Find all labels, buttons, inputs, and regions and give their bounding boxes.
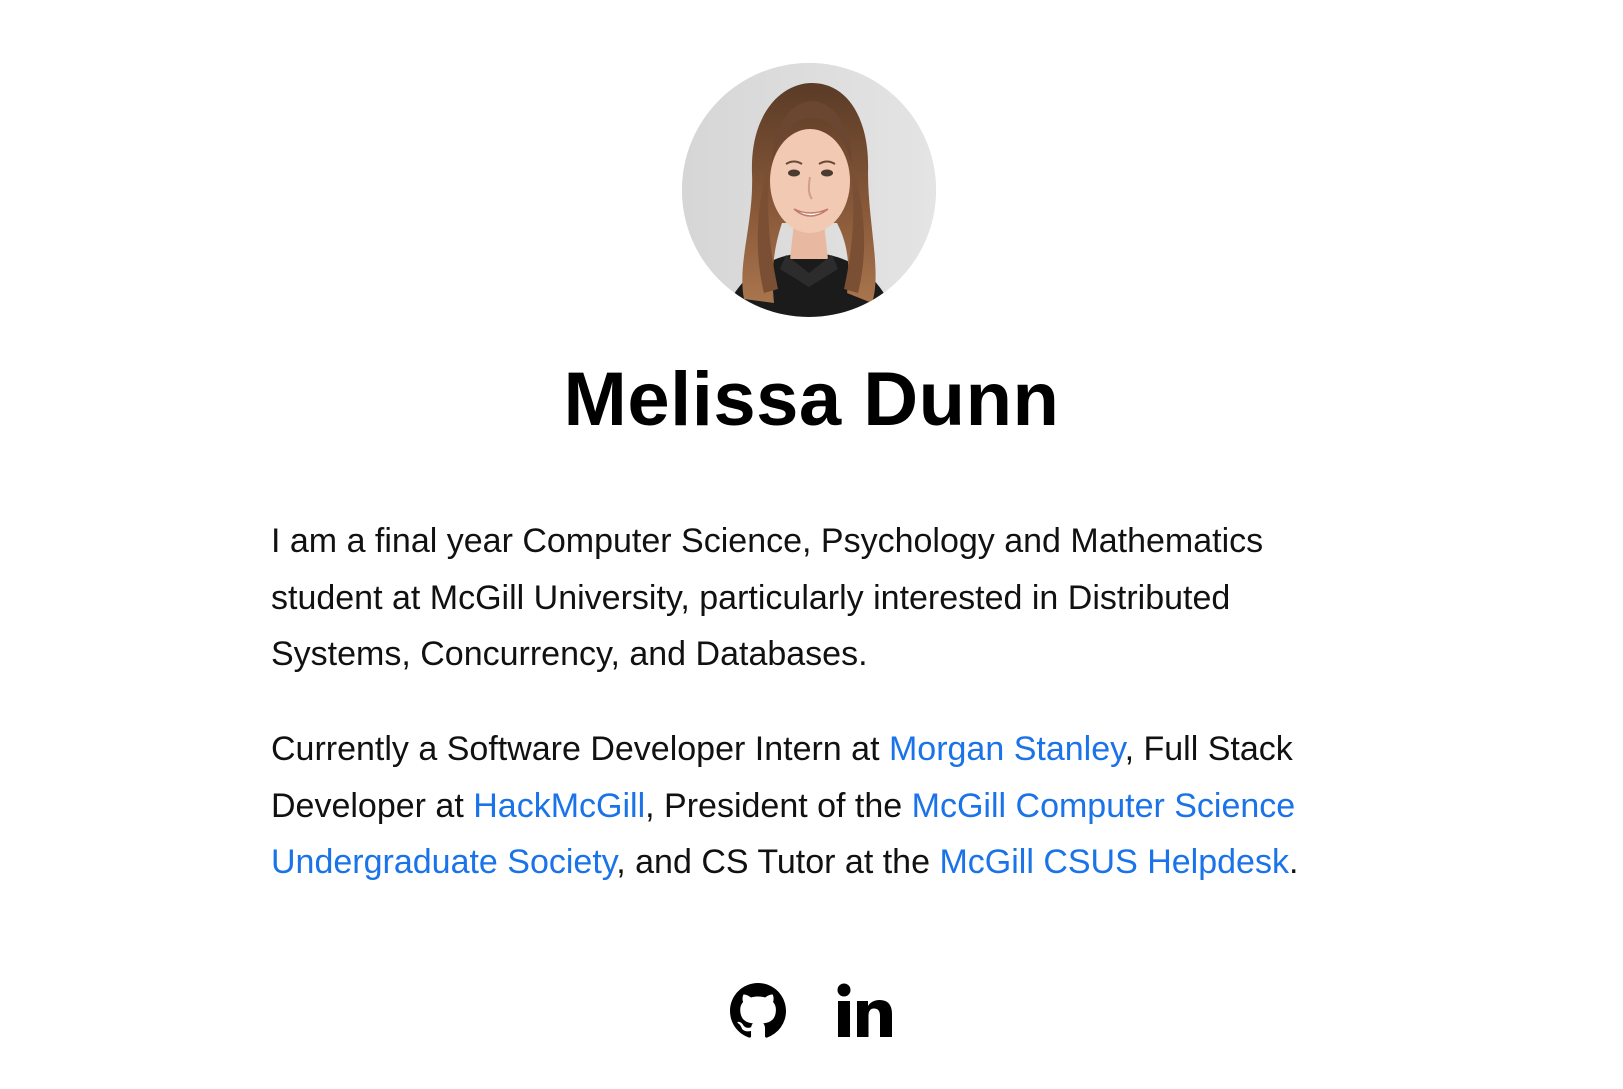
bio-text: , and CS Tutor at the [616,843,940,881]
avatar [682,63,936,317]
bio-paragraph-2: Currently a Software Developer Intern at… [271,721,1361,891]
page-title: Melissa Dunn [563,357,1060,442]
bio-text: . [1288,843,1299,881]
bio-text: Currently a Software Developer Intern at [271,730,889,768]
github-icon [729,983,786,1038]
bio-text: , President of the [645,786,912,825]
bio-paragraph-1: I am a final year Computer Science, Psyc… [271,522,1264,673]
profile-photo [682,63,936,317]
social-links [0,983,1623,1039]
github-link[interactable] [729,983,786,1039]
linkedin-link[interactable] [836,983,894,1039]
linkedin-icon [837,983,892,1037]
csus-helpdesk-link[interactable]: McGill CSUS Helpdesk [939,843,1289,881]
hackmcgill-link[interactable]: HackMcGill [473,787,645,825]
morgan-stanley-link[interactable]: Morgan Stanley [889,730,1125,768]
